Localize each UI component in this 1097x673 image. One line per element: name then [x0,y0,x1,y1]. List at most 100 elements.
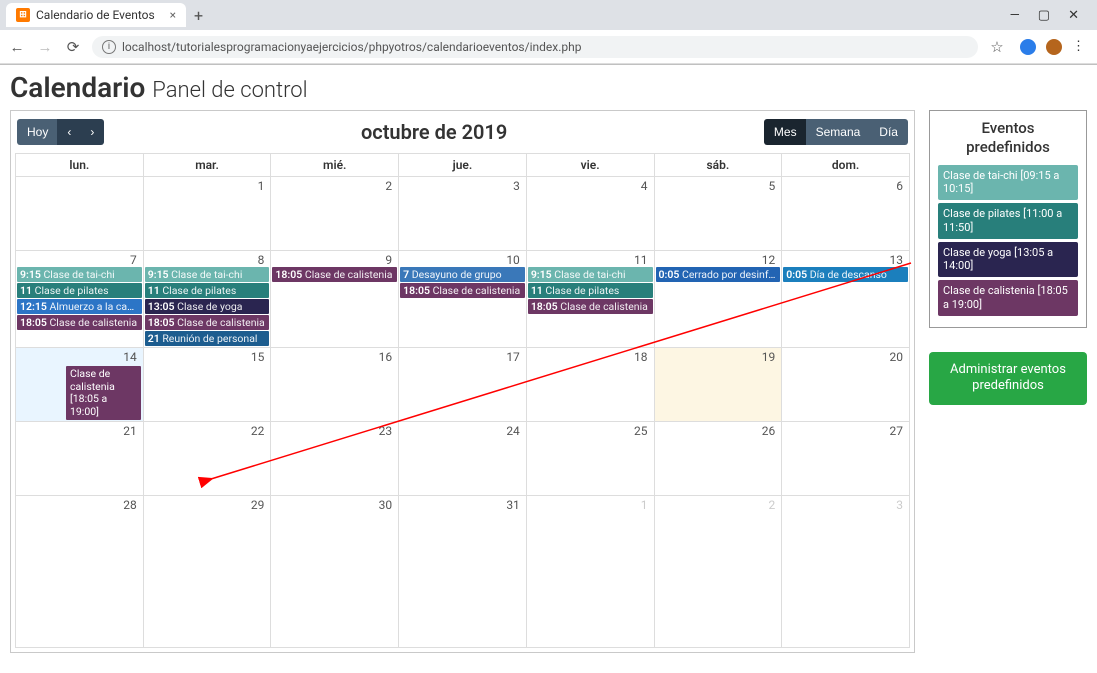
calendar-event[interactable]: 18:05 Clase de calistenia [528,299,653,314]
day-cell[interactable]: 25 [526,422,654,496]
day-cell[interactable]: 6 [782,177,910,251]
day-cell[interactable]: 16 [271,348,399,422]
close-window-icon[interactable]: ✕ [1068,8,1079,23]
view-month-button[interactable]: Mes [764,119,807,145]
day-cell[interactable]: 20 [782,348,910,422]
day-cell[interactable]: 5 [654,177,782,251]
day-number: 10 [399,251,526,267]
day-cell[interactable]: 2 [271,177,399,251]
predefined-event[interactable]: Clase de yoga [13:05 a 14:00] [938,242,1078,278]
calendar-event[interactable]: 9:15 Clase de tai-chi [528,267,653,282]
back-icon[interactable]: ← [8,38,26,56]
calendar-event[interactable]: 21 Reunión de personal [145,331,270,346]
day-cell[interactable]: 29 [143,496,271,648]
calendar-event[interactable]: 18:05 Clase de calistenia [17,315,142,330]
day-number: 17 [399,348,526,364]
day-cell[interactable]: 4 [526,177,654,251]
calendar-event[interactable]: 18:05 Clase de calistenia [145,315,270,330]
day-cell[interactable]: 1 [526,496,654,648]
day-cell[interactable]: 27 [782,422,910,496]
calendar-event[interactable]: 9:15 Clase de tai-chi [145,267,270,282]
calendar-event[interactable]: 9:15 Clase de tai-chi [17,267,142,282]
tab-bar: ⊞ Calendario de Eventos × + ― ▢ ✕ [0,0,1097,30]
day-cell[interactable]: 119:15 Clase de tai-chi11 Clase de pilat… [526,251,654,348]
day-cell[interactable]: 89:15 Clase de tai-chi11 Clase de pilate… [143,251,271,348]
site-info-icon[interactable]: i [102,40,116,54]
page-title: Calendario Panel de control [10,71,1087,104]
day-cell[interactable]: 130:05 Día de descanso [782,251,910,348]
day-number: 21 [16,422,143,438]
day-number: 5 [655,177,782,193]
day-cell[interactable]: 21 [16,422,144,496]
day-number: 1 [144,177,271,193]
day-number [16,177,143,179]
profile-avatar[interactable] [1046,39,1062,55]
dragged-event[interactable]: Clase de calistenia [18:05 a 19:00] [66,366,141,420]
day-number: 11 [527,251,654,267]
url-text: localhost/tutorialesprogramacionyaejerci… [122,40,581,54]
predefined-event[interactable]: Clase de calistenia [18:05 a 19:00] [938,280,1078,316]
calendar-event[interactable]: 11 Clase de pilates [17,283,142,298]
day-cell[interactable]: 28 [16,496,144,648]
predefined-event[interactable]: Clase de tai-chi [09:15 a 10:15] [938,165,1078,201]
calendar-event[interactable]: 18:05 Clase de calistenia [400,283,525,298]
view-day-button[interactable]: Día [869,119,908,145]
calendar-event[interactable]: 0:05 Día de descanso [783,267,908,282]
day-cell[interactable]: 26 [654,422,782,496]
extension-icon[interactable] [1020,39,1036,55]
calendar-event[interactable]: 13:05 Clase de yoga [145,299,270,314]
page: Calendario Panel de control Hoy ‹ › octu… [0,65,1097,663]
calendar-event[interactable]: 12:15 Almuerzo a la canasta [17,299,142,314]
calendar-event[interactable]: 18:05 Clase de calistenia [272,267,397,282]
day-cell[interactable]: 120:05 Cerrado por desinfecció [654,251,782,348]
day-cell[interactable]: 918:05 Clase de calistenia [271,251,399,348]
day-cell[interactable]: 31 [399,496,527,648]
day-number: 3 [782,496,909,512]
window-controls: ― ▢ ✕ [1010,8,1091,23]
next-button[interactable]: › [80,119,104,145]
side-panel: Eventos predefinidos Clase de tai-chi [0… [929,110,1087,405]
calendar-event[interactable]: 11 Clase de pilates [528,283,653,298]
day-cell[interactable]: 3 [399,177,527,251]
day-number: 9 [271,251,398,267]
day-cell[interactable]: 2 [654,496,782,648]
day-cell[interactable]: 3 [782,496,910,648]
day-cell[interactable]: 14Clase de calistenia [18:05 a 19:00] [16,348,144,422]
title-main: Calendario [10,71,145,104]
calendar-event[interactable]: 11 Clase de pilates [145,283,270,298]
new-tab-button[interactable]: + [194,6,203,25]
calendar-event[interactable]: 7 Desayuno de grupo [400,267,525,282]
url-bar[interactable]: i localhost/tutorialesprogramacionyaejer… [92,36,978,58]
day-cell[interactable]: 107 Desayuno de grupo18:05 Clase de cali… [399,251,527,348]
day-cell[interactable]: 79:15 Clase de tai-chi11 Clase de pilate… [16,251,144,348]
forward-icon[interactable]: → [36,38,54,56]
nav-buttons: Hoy ‹ › [17,119,104,145]
minimize-icon[interactable]: ― [1010,8,1020,23]
day-cell[interactable]: 19 [654,348,782,422]
close-icon[interactable]: × [170,8,176,22]
day-cell[interactable]: 22 [143,422,271,496]
day-cell[interactable]: 1 [143,177,271,251]
today-button[interactable]: Hoy [17,119,58,145]
reload-icon[interactable]: ⟳ [64,38,82,56]
nav-bar: ← → ⟳ i localhost/tutorialesprogramacion… [0,30,1097,64]
view-week-button[interactable]: Semana [806,119,871,145]
day-cell[interactable]: 30 [271,496,399,648]
day-number: 30 [271,496,398,512]
menu-icon[interactable]: ⋮ [1072,39,1085,54]
day-cell[interactable]: 18 [526,348,654,422]
day-cell[interactable] [16,177,144,251]
admin-events-button[interactable]: Administrar eventos predefinidos [929,352,1087,406]
browser-tab[interactable]: ⊞ Calendario de Eventos × [6,3,186,27]
day-header: mié. [271,154,399,177]
maximize-icon[interactable]: ▢ [1038,8,1050,23]
star-icon[interactable]: ☆ [988,38,1006,56]
calendar-event[interactable]: 0:05 Cerrado por desinfecció [656,267,781,282]
tab-title: Calendario de Eventos [36,8,155,22]
predefined-event[interactable]: Clase de pilates [11:00 a 11:50] [938,203,1078,239]
day-cell[interactable]: 17 [399,348,527,422]
day-cell[interactable]: 23 [271,422,399,496]
day-cell[interactable]: 24 [399,422,527,496]
prev-button[interactable]: ‹ [57,119,81,145]
day-cell[interactable]: 15 [143,348,271,422]
